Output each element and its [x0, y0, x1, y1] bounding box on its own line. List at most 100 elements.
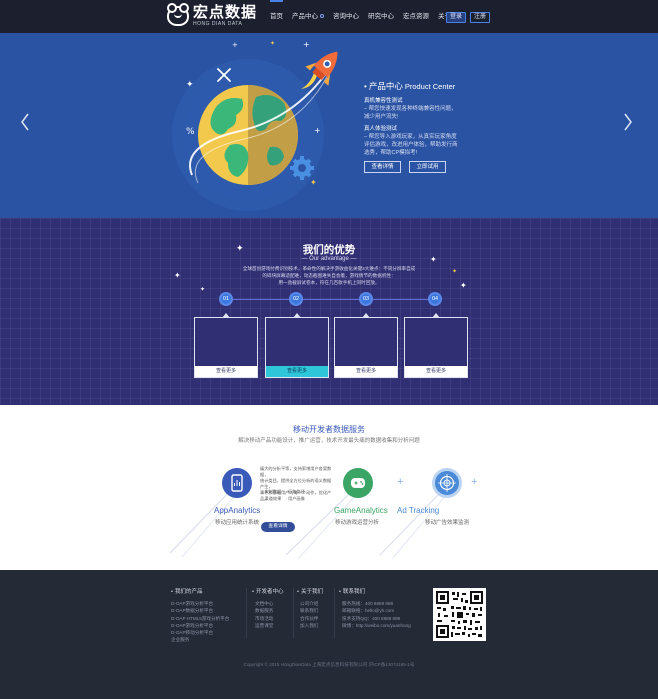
footer-divider	[293, 588, 294, 638]
svg-text:✦: ✦	[310, 178, 317, 187]
globe-rocket-illustration: % ✦ + + + ✦ ✦	[172, 40, 338, 211]
contact-email[interactable]: 邮箱联络：hello@yh.com	[339, 607, 411, 614]
hero-banner: % ✦ + + + ✦ ✦ • 产品中心 Product Center 真机兼容性测…	[0, 33, 658, 218]
advantage-card: 查看更多	[404, 313, 468, 378]
footer-link[interactable]: 数据服务	[252, 607, 283, 614]
footer-link[interactable]: D-OAP游戏分析平台	[171, 600, 229, 607]
gamepad-icon[interactable]	[343, 468, 373, 498]
caret-up-icon	[293, 313, 301, 318]
footer-link[interactable]: 企业服务	[171, 636, 229, 643]
advantage-subtitle: — Our advantage —	[301, 256, 357, 262]
nav-resources[interactable]: 宏点资源	[403, 0, 429, 33]
svg-text:+: +	[314, 126, 321, 135]
feature-heading: 真机兼容性测试	[364, 98, 403, 104]
svg-text:+: +	[303, 40, 310, 49]
contact-weibo[interactable]: 微博：http://weibo.com/yuanhong	[339, 622, 411, 629]
view-details-button[interactable]: 查看详情	[364, 161, 401, 173]
nav-consulting[interactable]: 咨询中心	[333, 0, 359, 33]
service-name[interactable]: AppAnalytics	[214, 506, 260, 515]
advantage-title: 我们的优势	[302, 244, 356, 256]
nav-products[interactable]: 产品中心	[292, 0, 324, 33]
nav-research[interactable]: 研究中心	[368, 0, 394, 33]
footer-link[interactable]: D-OAP数据分析平台	[171, 607, 229, 614]
footer-link[interactable]: 合作伙伴	[297, 615, 323, 622]
footer-link[interactable]: 加入我们	[297, 622, 323, 629]
next-slide-icon[interactable]	[623, 113, 633, 131]
service-description: 移动应用统计系统	[215, 520, 260, 526]
view-more-button[interactable]: 查看更多	[266, 366, 328, 377]
step-marker[interactable]: 03	[359, 292, 373, 306]
footer-divider	[246, 588, 247, 638]
top-header: 宏点数据 HONG DIAN DATA 首页 产品中心 咨询中心 研究中心 宏点…	[0, 0, 658, 33]
footer-divider	[334, 588, 335, 638]
contact-hotline: 服务热线：400 8888 888	[342, 601, 394, 606]
site-logo[interactable]: 宏点数据 HONG DIAN DATA	[167, 3, 258, 27]
services-section: 移动开发者数据服务 解决移动产品功能设计，推广运营，技术开发最头痛的数据收集和分…	[0, 405, 658, 570]
footer-link[interactable]: D-OAP移动分析平台	[171, 629, 229, 636]
footer-heading: 我们的产品	[174, 589, 203, 595]
hero-product-info: • 产品中心 Product Center 真机兼容性测试 – 帮您快速发现各种终端…	[364, 80, 514, 173]
contact-qq: 技术支持QQ：400 8888 888	[342, 615, 401, 621]
logo-face-icon	[167, 3, 189, 26]
step-marker[interactable]: 02	[289, 292, 303, 306]
step-marker[interactable]: 04	[428, 292, 442, 306]
service-name[interactable]: Ad Tracking	[397, 506, 439, 515]
svg-text:✦: ✦	[186, 80, 194, 90]
logo-name: 宏点数据	[193, 4, 258, 21]
advantage-card: 查看更多	[194, 313, 258, 378]
feature-description: – 帮您快速发现各种终端兼容性问题， 减少用户流失!	[364, 106, 457, 120]
nav-products-label: 产品中心	[292, 13, 318, 20]
feature-description: – 帮您导入游戏玩家，从真实玩家角度 评估游戏，改进用户体验，帮助发行商 选秀，…	[364, 134, 458, 156]
caret-up-icon	[432, 313, 440, 318]
svg-text:+: +	[232, 41, 238, 49]
view-more-button[interactable]: 查看更多	[195, 366, 257, 377]
caret-up-icon	[222, 313, 230, 318]
svg-text:✦: ✦	[174, 271, 181, 280]
dropdown-indicator-icon	[320, 14, 324, 19]
prev-slide-icon[interactable]	[20, 113, 30, 131]
advantage-card: 查看更多	[265, 313, 329, 378]
logo-subtitle: HONG DIAN DATA	[193, 21, 243, 27]
nav-home[interactable]: 首页	[270, 0, 283, 33]
service-description: 移动广告效果监测	[425, 520, 470, 526]
main-nav: 首页 产品中心 咨询中心 研究中心 宏点资源 关于我们	[270, 0, 473, 33]
footer-column-products: • 我们的产品 D-OAP游戏分析平台 D-OAP数据分析平台 D-OAP HTM…	[171, 589, 230, 643]
svg-text:✦: ✦	[200, 286, 205, 293]
service-details-button[interactable]: 查看详情	[261, 522, 295, 532]
feature-heading: 真人体验测试	[364, 126, 398, 132]
footer-column-developers: • 开发者中心 文档中心 数据服务 市场活动 运营课堂	[252, 589, 284, 629]
copyright-text: Copyright © 2015 HongDianData 上海宏点信息科技有限…	[243, 662, 415, 667]
hero-title: • 产品中心 Product Center	[364, 81, 456, 91]
caret-up-icon	[362, 313, 370, 318]
footer-link[interactable]: 运营课堂	[252, 622, 283, 629]
svg-text:✦: ✦	[270, 40, 275, 47]
view-more-button[interactable]: 查看更多	[405, 366, 467, 377]
footer-link[interactable]: 联系我们	[297, 607, 323, 614]
footer-column-about: • 关于我们 公司介绍 联系我们 合作伙伴 加入我们	[297, 589, 323, 629]
service-name[interactable]: GameAnalytics	[334, 506, 388, 515]
svg-text:✦: ✦	[460, 281, 467, 290]
plus-icon: +	[397, 476, 404, 488]
plus-icon: +	[471, 476, 478, 488]
svg-text:✦: ✦	[452, 268, 457, 275]
register-button[interactable]: 注册	[470, 12, 490, 23]
footer-heading: 开发者中心	[255, 589, 284, 595]
footer-heading: 联系我们	[342, 589, 365, 595]
mobile-chart-icon[interactable]	[222, 468, 252, 498]
try-now-button[interactable]: 立即试用	[409, 161, 446, 173]
hero-title-cn: 产品中心	[368, 81, 403, 91]
login-button[interactable]: 登录	[446, 12, 466, 23]
advantage-section: ✦ ✦ ✦ ✦ ✦ ✦ 我们的优势 — Our advantage — 全球首创…	[0, 218, 658, 405]
target-icon[interactable]	[432, 468, 462, 498]
footer-link[interactable]: 文档中心	[252, 600, 283, 607]
footer-link[interactable]: D-OAP HTML5游戏分析平台	[171, 615, 229, 622]
advantage-card: 查看更多	[334, 313, 398, 378]
footer-link[interactable]: D-OAP游戏分析平台	[171, 622, 229, 629]
advantage-description: 全球首创游戏付费识别技术，革命性的解决手游收益化关键3大难点：不同分辨率自成 的…	[242, 266, 416, 285]
svg-text:%: %	[186, 127, 195, 137]
footer-link[interactable]: 公司介绍	[297, 600, 323, 607]
step-marker[interactable]: 01	[219, 292, 233, 306]
steps-connector	[226, 299, 434, 300]
view-more-button[interactable]: 查看更多	[335, 366, 397, 377]
footer-link[interactable]: 市场活动	[252, 615, 283, 622]
